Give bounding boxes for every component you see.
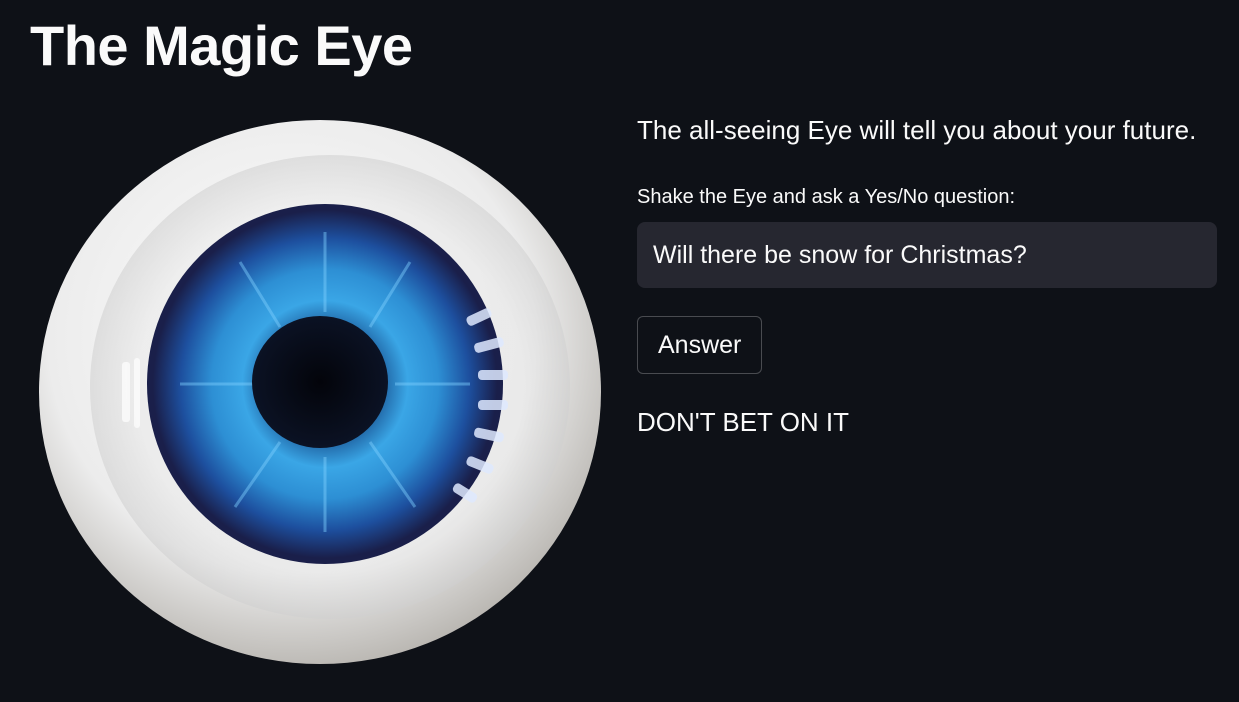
- answer-button[interactable]: Answer: [637, 316, 763, 374]
- right-column: The all-seeing Eye will tell you about y…: [637, 112, 1217, 440]
- answer-result: DON'T BET ON IT: [637, 407, 850, 437]
- question-input[interactable]: [651, 239, 1203, 271]
- eye-image: [30, 112, 610, 672]
- app-page: The Magic Eye The all-seeing Eye will te…: [0, 0, 1239, 702]
- pupil-shape: [252, 316, 388, 448]
- page-title: The Magic Eye: [30, 14, 413, 77]
- question-input-container[interactable]: [637, 222, 1217, 288]
- intro-text: The all-seeing Eye will tell you about y…: [637, 115, 1197, 145]
- question-label: Shake the Eye and ask a Yes/No question:: [637, 186, 1016, 208]
